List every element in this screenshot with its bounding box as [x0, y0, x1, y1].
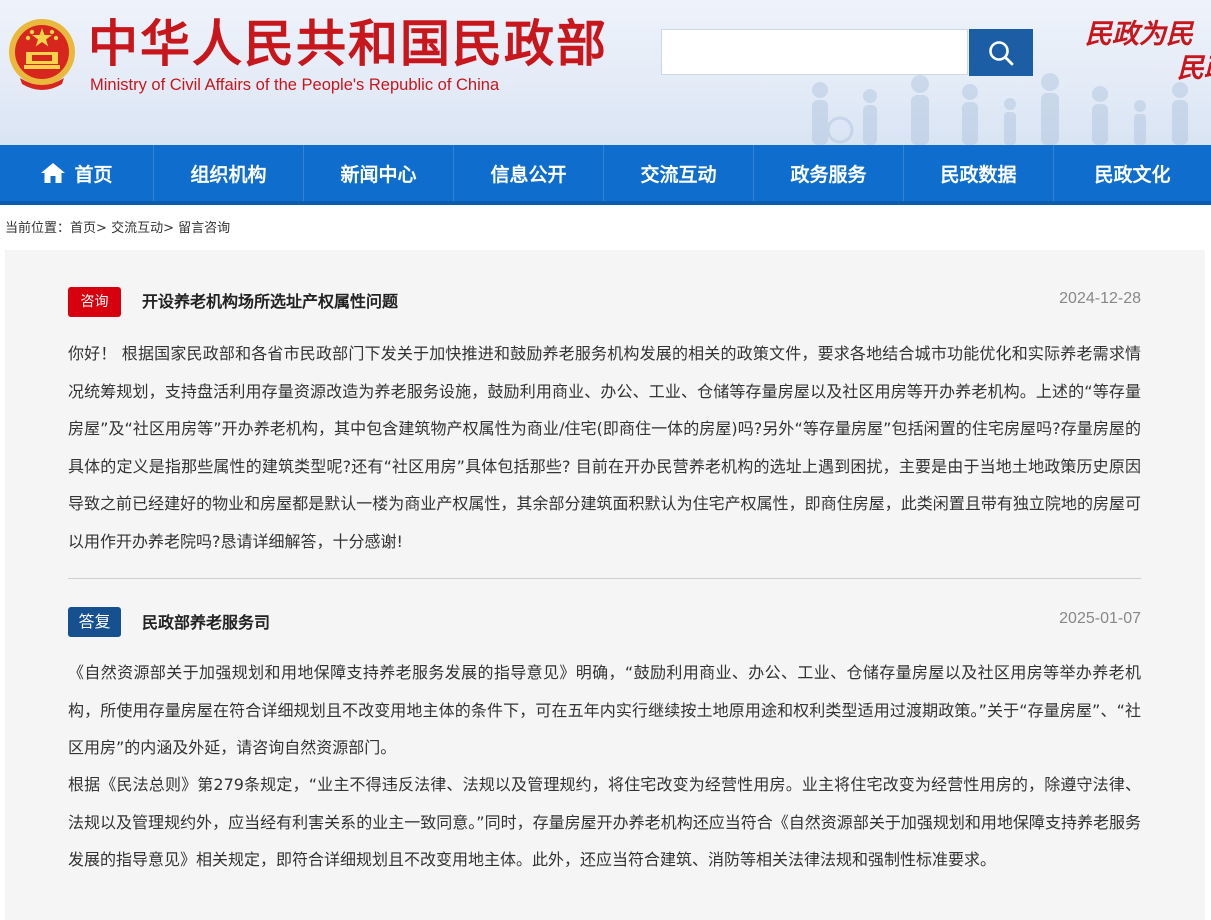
- breadcrumb: 当前位置：首页> 交流互动> 留言咨询: [5, 219, 230, 239]
- answer-date: 2025-01-07: [1059, 610, 1141, 627]
- nav-item-home[interactable]: 首页: [0, 145, 154, 201]
- nav-item-information[interactable]: 信息公开: [454, 145, 604, 201]
- question-date: 2024-12-28: [1059, 290, 1141, 307]
- site-title-cn: 中华人民共和国民政部: [88, 15, 608, 73]
- nav-item-label: 民政文化: [1094, 163, 1171, 186]
- nav-item-interaction[interactable]: 交流互动: [604, 145, 754, 201]
- answer-badge: 答复: [68, 607, 121, 637]
- search-button[interactable]: [969, 29, 1033, 76]
- answer-paragraph-1: 《自然资源部关于加强规划和用地保障支持养老服务发展的指导意见》明确，“鼓励利用商…: [68, 663, 1141, 757]
- search-icon: [989, 40, 1014, 65]
- nav-item-label: 政务服务: [790, 163, 867, 186]
- home-icon: [41, 163, 66, 183]
- nav-item-news[interactable]: 新闻中心: [304, 145, 454, 201]
- message-detail-panel: 咨询 开设养老机构场所选址产权属性问题 2024-12-28 你好！ 根据国家民…: [5, 250, 1205, 920]
- nav-item-culture[interactable]: 民政文化: [1054, 145, 1211, 201]
- nav-item-organization[interactable]: 组织机构: [154, 145, 304, 201]
- site-title-en: Ministry of Civil Affairs of the People'…: [90, 76, 500, 94]
- site-header: 中华人民共和国民政部 Ministry of Civil Affairs of …: [0, 0, 1211, 145]
- nav-item-services[interactable]: 政务服务: [754, 145, 904, 201]
- nav-item-label: 组织机构: [190, 163, 267, 186]
- entry-divider: [68, 578, 1141, 579]
- slogan-calligraphy: 民政为民 民政爱民: [1085, 18, 1211, 86]
- question-body: 你好！ 根据国家民政部和各省市民政部门下发关于加快推进和鼓励养老服务机构发展的相…: [68, 344, 1141, 551]
- nav-item-label: 交流互动: [640, 163, 717, 186]
- nav-item-label: 首页: [74, 163, 113, 186]
- answer-department: 民政部养老服务司: [142, 613, 271, 632]
- question-title: 开设养老机构场所选址产权属性问题: [142, 292, 399, 311]
- search-input[interactable]: [661, 29, 968, 75]
- question-badge: 咨询: [68, 287, 121, 317]
- nav-item-label: 民政数据: [940, 163, 1017, 186]
- slogan-line-2: 民政爱民: [1177, 53, 1211, 84]
- nav-item-label: 信息公开: [490, 163, 567, 186]
- breadcrumb-separator: >: [163, 221, 174, 236]
- main-nav: 首页 组织机构 新闻中心 信息公开 交流互动 政务服务 民政数据 民政文化: [0, 145, 1211, 205]
- nav-item-label: 新闻中心: [340, 163, 417, 186]
- national-emblem-logo: [9, 19, 75, 90]
- breadcrumb-prefix: 当前位置：: [5, 221, 71, 236]
- breadcrumb-current[interactable]: 留言咨询: [178, 221, 230, 236]
- nav-item-data[interactable]: 民政数据: [904, 145, 1054, 201]
- breadcrumb-separator: >: [96, 221, 107, 236]
- breadcrumb-home-link[interactable]: 首页: [70, 221, 96, 236]
- breadcrumb-interaction-link[interactable]: 交流互动: [111, 221, 163, 236]
- slogan-line-1: 民政为民: [1085, 19, 1193, 50]
- answer-paragraph-2: 根据《民法总则》第279条规定，“业主不得违反法律、法规以及管理规约，将住宅改变…: [68, 775, 1141, 869]
